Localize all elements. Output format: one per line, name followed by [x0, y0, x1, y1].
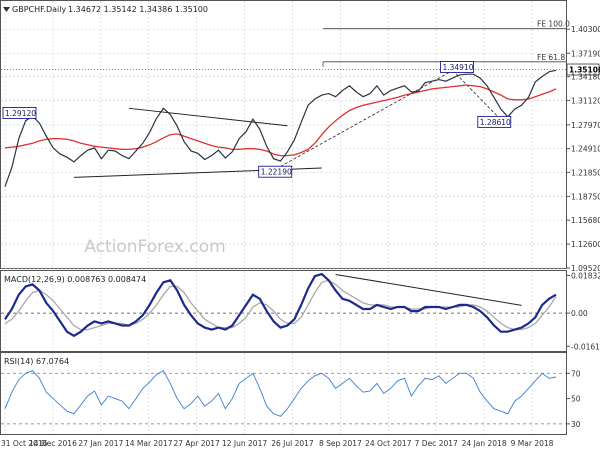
- y-tick-label: 1.21850: [571, 168, 600, 177]
- x-tick-label: 24 Jan 2018: [462, 439, 507, 448]
- y-tick-label: 1.24910: [571, 145, 600, 154]
- y-tick-label: 1.40300: [571, 25, 600, 34]
- level-label: 1.28610: [480, 118, 511, 127]
- y-tick-label: 1.18750: [571, 192, 600, 201]
- price-panel-frame: [0, 0, 567, 269]
- price-panel-ohlc: 1.34672 1.35142 1.34386 1.35100: [68, 5, 208, 14]
- x-tick-label: 24 Oct 2017: [365, 439, 412, 448]
- fib-level-label: FE 100.0: [537, 20, 570, 29]
- y-tick-label: 1.15680: [571, 216, 600, 225]
- y-tick-label: -0.016115: [571, 342, 600, 351]
- level-label: 1.34910: [442, 63, 473, 72]
- x-tick-label: 27 Jan 2017: [78, 439, 123, 448]
- rsi-panel-label: RSI(14) 67.0764: [4, 357, 69, 366]
- y-tick-label: 1.37190: [571, 49, 600, 58]
- y-tick-label: 1.12600: [571, 240, 600, 249]
- y-tick-label: 50: [571, 395, 581, 404]
- watermark: ActionForex.com: [84, 237, 225, 257]
- y-tick-label: 1.27970: [571, 121, 600, 130]
- fib-level-label: FE 61.8: [537, 53, 565, 62]
- y-tick-label: 1.34180: [571, 73, 600, 82]
- macd-panel-label: MACD(12,26,9) 0.008763 0.008474: [4, 275, 146, 284]
- chart-svg: FE 100.0 FE 61.8 ActionForex.com 1.29120 1…: [0, 0, 600, 448]
- y-tick-label: 0.018327: [571, 271, 600, 280]
- level-label: 1.22190: [261, 168, 292, 177]
- x-tick-label: 27 Apr 2017: [173, 439, 220, 448]
- x-tick-label: 7 Dec 2017: [415, 439, 458, 448]
- x-tick-label: 9 Mar 2018: [511, 439, 554, 448]
- x-tick-label: 14 Mar 2017: [125, 439, 173, 448]
- price-panel-symbol: GBPCHF.Daily: [12, 5, 66, 14]
- y-tick-label: 0.00: [571, 309, 588, 318]
- x-tick-label: 14 Dec 2016: [29, 439, 77, 448]
- x-tick-label: 8 Sep 2017: [319, 439, 362, 448]
- x-tick-label: 26 Jul 2017: [271, 439, 314, 448]
- x-tick-label: 12 Jun 2017: [222, 439, 267, 448]
- level-label: 1.29120: [5, 109, 36, 118]
- y-tick-label: 1.31120: [571, 96, 600, 105]
- y-tick-label: 30: [571, 420, 581, 429]
- y-tick-label: 70: [571, 369, 581, 378]
